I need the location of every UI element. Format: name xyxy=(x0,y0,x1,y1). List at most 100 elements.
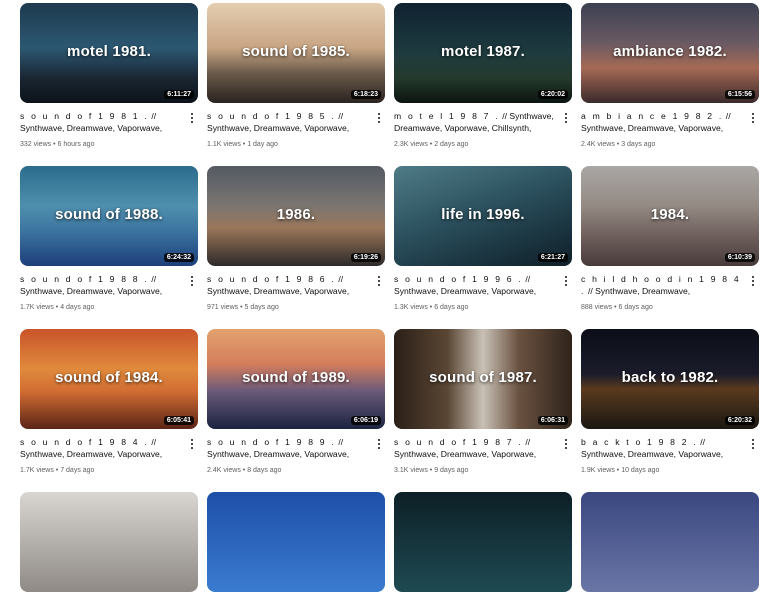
video-title-main: s o u n d o f 1 9 8 6 . xyxy=(207,274,336,284)
video-card[interactable]: sound of 1987. 6:06:31 s o u n d o f 1 9 8… xyxy=(394,329,572,474)
video-card[interactable]: 1984. 6:10:39 c h i l d h o o d i n 1 9 8 … xyxy=(581,166,759,311)
video-thumbnail[interactable]: life in 1996. 6:21:27 xyxy=(394,166,572,266)
video-title[interactable]: s o u n d o f 1 9 8 6 . // Synthwave, Dr… xyxy=(207,273,367,297)
more-options-icon[interactable] xyxy=(186,437,198,451)
more-options-icon[interactable] xyxy=(373,274,385,288)
duration-badge: 6:10:39 xyxy=(724,253,755,262)
video-thumbnail[interactable]: sound of 1984. 6:05:41 xyxy=(20,329,198,429)
thumbnail-caption: sound of 1988. xyxy=(55,206,163,223)
upload-age: 9 days ago xyxy=(434,467,469,474)
video-title-main: m o t e l 1 9 8 7 . xyxy=(394,111,500,121)
video-thumbnail[interactable]: back to 1982. 6:20:32 xyxy=(581,329,759,429)
thumbnail-caption: sound of 1985. xyxy=(242,43,350,60)
upload-age: 10 days ago xyxy=(621,467,660,474)
video-thumbnail[interactable]: sound of 1989. 6:06:19 xyxy=(207,329,385,429)
view-count: 3.1K views xyxy=(394,467,428,474)
video-thumbnail[interactable]: sound of 1987. 6:06:31 xyxy=(394,329,572,429)
upload-age: 7 days ago xyxy=(60,467,95,474)
video-thumbnail[interactable] xyxy=(20,492,198,592)
upload-age: 8 days ago xyxy=(247,467,282,474)
more-options-icon[interactable] xyxy=(747,437,759,451)
video-card[interactable]: motel 1981. 6:11:27 s o u n d o f 1 9 8 1 … xyxy=(20,3,198,148)
video-thumbnail[interactable]: 1984. 6:10:39 xyxy=(581,166,759,266)
more-options-icon[interactable] xyxy=(186,274,198,288)
view-count: 332 views xyxy=(20,141,52,148)
view-count: 1.3K views xyxy=(394,304,428,311)
more-options-icon[interactable] xyxy=(747,111,759,125)
more-options-icon[interactable] xyxy=(560,111,572,125)
more-options-icon[interactable] xyxy=(373,111,385,125)
duration-badge: 6:24:32 xyxy=(163,253,194,262)
video-card[interactable] xyxy=(394,492,572,592)
video-meta: 1.7K views • 7 days ago xyxy=(20,467,94,474)
duration-badge: 6:18:23 xyxy=(350,90,381,99)
view-count: 2.3K views xyxy=(394,141,428,148)
thumbnail-caption: sound of 1987. xyxy=(429,369,537,386)
more-options-icon[interactable] xyxy=(186,111,198,125)
duration-badge: 6:06:19 xyxy=(350,416,381,425)
video-meta: 1.9K views • 10 days ago xyxy=(581,467,659,474)
video-title[interactable]: s o u n d o f 1 9 8 8 . // Synthwave, Dr… xyxy=(20,273,180,297)
video-thumbnail[interactable]: ambiance 1982. 6:15:56 xyxy=(581,3,759,103)
upload-age: 6 days ago xyxy=(434,304,469,311)
more-options-icon[interactable] xyxy=(560,274,572,288)
video-card[interactable] xyxy=(581,492,759,592)
more-options-icon[interactable] xyxy=(560,437,572,451)
duration-badge: 6:19:26 xyxy=(350,253,381,262)
video-title[interactable]: s o u n d o f 1 9 8 7 . // Synthwave, Dr… xyxy=(394,436,554,460)
video-meta: 1.7K views • 4 days ago xyxy=(20,304,94,311)
view-count: 1.9K views xyxy=(581,467,615,474)
video-card[interactable] xyxy=(20,492,198,592)
duration-badge: 6:11:27 xyxy=(164,90,194,99)
video-title[interactable]: s o u n d o f 1 9 8 4 . // Synthwave, Dr… xyxy=(20,436,180,460)
video-card[interactable]: motel 1987. 6:20:02 m o t e l 1 9 8 7 . //… xyxy=(394,3,572,148)
upload-age: 6 hours ago xyxy=(57,141,95,148)
video-thumbnail[interactable]: 1986. 6:19:26 xyxy=(207,166,385,266)
video-meta: 888 views • 6 days ago xyxy=(581,304,653,311)
video-meta: 1.3K views • 6 days ago xyxy=(394,304,468,311)
video-title-main: s o u n d o f 1 9 8 1 . xyxy=(20,111,149,121)
video-card[interactable]: 1986. 6:19:26 s o u n d o f 1 9 8 6 . // S… xyxy=(207,166,385,311)
video-thumbnail[interactable]: sound of 1985. 6:18:23 xyxy=(207,3,385,103)
thumbnail-caption: motel 1987. xyxy=(441,43,525,60)
view-count: 1.7K views xyxy=(20,467,54,474)
video-card[interactable] xyxy=(207,492,385,592)
video-card[interactable]: sound of 1989. 6:06:19 s o u n d o f 1 9 8… xyxy=(207,329,385,474)
thumbnail-caption: sound of 1989. xyxy=(242,369,350,386)
upload-age: 5 days ago xyxy=(244,304,279,311)
video-title[interactable]: s o u n d o f 1 9 8 9 . // Synthwave, Dr… xyxy=(207,436,367,460)
upload-age: 2 days ago xyxy=(434,141,469,148)
video-thumbnail[interactable] xyxy=(394,492,572,592)
video-meta: 2.4K views • 3 days ago xyxy=(581,141,655,148)
thumbnail-caption: 1986. xyxy=(276,206,316,223)
video-title[interactable]: s o u n d o f 1 9 8 1 . // Synthwave, Dr… xyxy=(20,110,180,134)
video-card[interactable]: sound of 1984. 6:05:41 s o u n d o f 1 9 8… xyxy=(20,329,198,474)
duration-badge: 6:15:56 xyxy=(724,90,755,99)
video-thumbnail[interactable]: sound of 1988. 6:24:32 xyxy=(20,166,198,266)
video-title[interactable]: a m b i a n c e 1 9 8 2 . // Synthwave, … xyxy=(581,110,741,134)
video-card[interactable]: sound of 1985. 6:18:23 s o u n d o f 1 9 8… xyxy=(207,3,385,148)
video-meta: 2.3K views • 2 days ago xyxy=(394,141,468,148)
video-card[interactable]: back to 1982. 6:20:32 b a c k t o 1 9 8 2 … xyxy=(581,329,759,474)
video-card[interactable]: ambiance 1982. 6:15:56 a m b i a n c e 1 9… xyxy=(581,3,759,148)
duration-badge: 6:20:32 xyxy=(724,416,755,425)
video-card[interactable]: sound of 1988. 6:24:32 s o u n d o f 1 9 8… xyxy=(20,166,198,311)
video-card[interactable]: life in 1996. 6:21:27 s o u n d o f 1 9 9 … xyxy=(394,166,572,311)
video-title[interactable]: m o t e l 1 9 8 7 . // Synthwave, Dreamw… xyxy=(394,110,554,134)
video-thumbnail[interactable] xyxy=(581,492,759,592)
video-title[interactable]: s o u n d o f 1 9 8 5 . // Synthwave, Dr… xyxy=(207,110,367,134)
view-count: 888 views xyxy=(581,304,613,311)
video-title-main: s o u n d o f 1 9 9 6 . xyxy=(394,274,523,284)
video-title[interactable]: c h i l d h o o d i n 1 9 8 4 . // Synth… xyxy=(581,273,741,297)
video-title-main: s o u n d o f 1 9 8 7 . xyxy=(394,437,523,447)
video-thumbnail[interactable]: motel 1987. 6:20:02 xyxy=(394,3,572,103)
duration-badge: 6:20:02 xyxy=(537,90,568,99)
upload-age: 6 days ago xyxy=(618,304,653,311)
video-title[interactable]: b a c k t o 1 9 8 2 . // Synthwave, Drea… xyxy=(581,436,741,460)
more-options-icon[interactable] xyxy=(373,437,385,451)
video-title-main: a m b i a n c e 1 9 8 2 . xyxy=(581,111,724,121)
video-title[interactable]: s o u n d o f 1 9 9 6 . // Synthwave, Dr… xyxy=(394,273,554,297)
video-thumbnail[interactable]: motel 1981. 6:11:27 xyxy=(20,3,198,103)
more-options-icon[interactable] xyxy=(747,274,759,288)
video-thumbnail[interactable] xyxy=(207,492,385,592)
